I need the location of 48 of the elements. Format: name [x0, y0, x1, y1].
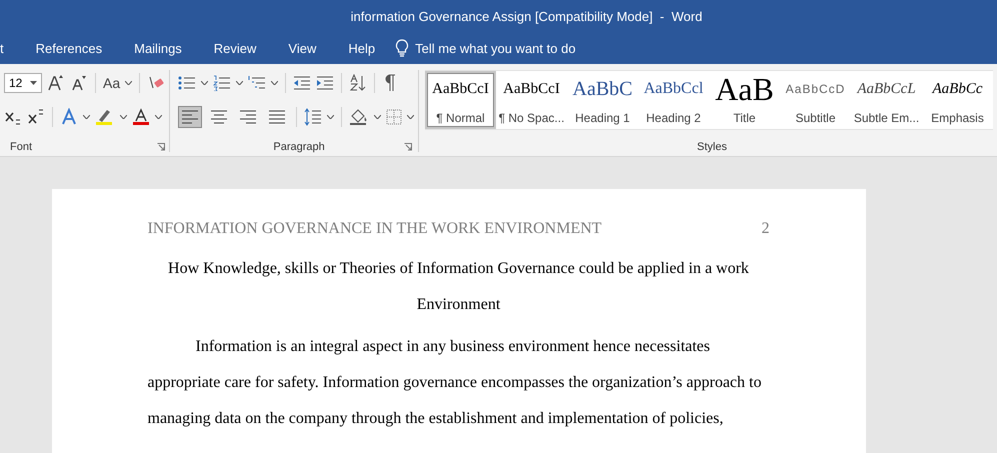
document-heading: How Knowledge, skills or Theories of Information Governance could be applied in a work Environment — [167, 259, 750, 315]
window-title: information Governance Assign [Compatibility Mode] - Word — [350, 8, 702, 24]
bullet-list-icon[interactable] — [178, 75, 196, 91]
ribbon-tab[interactable]: References — [20, 32, 118, 64]
shrink-font-icon[interactable] — [70, 74, 88, 92]
caret-icon — [125, 81, 132, 85]
group-label: Paragraph — [273, 141, 325, 153]
grow-font-icon[interactable] — [47, 74, 65, 92]
dialog-launcher-icon[interactable] — [404, 143, 412, 151]
caret-icon — [407, 115, 414, 119]
borders-icon[interactable] — [386, 109, 402, 125]
font-color-icon[interactable] — [132, 108, 150, 126]
caret-icon — [327, 115, 334, 119]
dialog-launcher-icon[interactable] — [157, 143, 166, 151]
decrease-indent-icon[interactable] — [293, 75, 312, 91]
font-size-field[interactable]: 12 — [4, 73, 42, 93]
superscript-icon[interactable] — [27, 108, 45, 126]
ribbon-tab[interactable]: View — [272, 32, 332, 64]
group-label: Font — [10, 141, 32, 153]
multilevel-list-icon[interactable] — [248, 75, 266, 91]
page-number: 2 — [762, 219, 770, 239]
caret-icon — [120, 115, 127, 119]
line-spacing-icon[interactable] — [304, 108, 322, 126]
ribbon-tab[interactable]: t — [0, 32, 20, 64]
highlighter-icon[interactable] — [95, 108, 115, 126]
ribbon-tab[interactable]: Review — [198, 32, 272, 64]
style-gallery-item[interactable]: AaBbCcI ¶ Normal — [425, 71, 496, 129]
text-effects-icon[interactable] — [60, 108, 78, 126]
ribbon-tab[interactable]: Mailings — [118, 32, 198, 64]
numbered-list-icon[interactable] — [213, 75, 232, 91]
caret-icon — [83, 115, 90, 119]
body-paragraph: Information is an integral aspect in any business environment hence necessitates appropriate care for safety. Information governance encompasses the organization’s approach to managing data on the company through the establishment and implementation of policies, — [148, 337, 762, 429]
lightbulb-icon — [395, 39, 410, 57]
ribbon-tab[interactable]: Help — [332, 32, 392, 64]
running-head: INFORMATION GOVERNANCE IN THE WORK ENVIRONMENT — [148, 219, 602, 239]
align-button[interactable] — [178, 106, 202, 128]
sort-icon[interactable] — [349, 74, 368, 92]
caret-icon — [236, 81, 244, 85]
paint-bucket-icon[interactable] — [349, 108, 370, 126]
caret-icon — [271, 81, 278, 85]
group-label: Styles — [697, 141, 727, 153]
caret-icon — [155, 115, 162, 119]
change-case-button[interactable]: Aa — [103, 75, 120, 91]
caret-icon[interactable] — [30, 81, 37, 85]
tell-me-field[interactable]: Tell me what you want to do — [415, 38, 616, 58]
increase-indent-icon[interactable] — [316, 75, 334, 91]
caret-icon — [374, 115, 382, 119]
caret-icon — [201, 81, 208, 85]
